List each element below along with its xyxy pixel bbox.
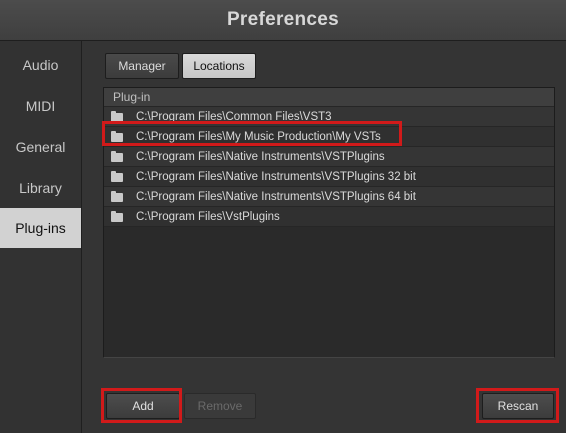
window-title: Preferences [226, 9, 340, 30]
sidebar-item-label: MIDI [25, 98, 56, 114]
sidebar-item-general[interactable]: General [0, 127, 81, 167]
list-item[interactable]: C:\Program Files\Native Instruments\VSTP… [104, 147, 554, 167]
sidebar-item-plug-ins[interactable]: Plug-ins [0, 208, 81, 248]
folder-icon [111, 171, 123, 182]
plugin-locations-list[interactable]: Plug-in C:\Program Files\Common Files\VS… [103, 87, 555, 358]
list-item[interactable]: C:\Program Files\VstPlugins [104, 207, 554, 227]
title-bar: Preferences [0, 0, 566, 41]
sidebar-item-audio[interactable]: Audio [0, 45, 81, 85]
sidebar: Audio MIDI General Library Plug-ins [0, 41, 82, 433]
list-item[interactable]: C:\Program Files\Native Instruments\VSTP… [104, 187, 554, 207]
list-item-path: C:\Program Files\My Music Production\My … [136, 130, 381, 143]
folder-icon [111, 111, 123, 122]
tab-manager[interactable]: Manager [105, 53, 179, 79]
sidebar-item-label: General [15, 139, 66, 155]
list-item-path: C:\Program Files\Native Instruments\VSTP… [136, 150, 385, 163]
list-item[interactable]: C:\Program Files\My Music Production\My … [104, 127, 554, 147]
add-button[interactable]: Add [106, 393, 180, 419]
list-item-path: C:\Program Files\Native Instruments\VSTP… [136, 190, 416, 203]
list-header: Plug-in [104, 88, 554, 107]
folder-icon [111, 131, 123, 142]
list-item[interactable]: C:\Program Files\Native Instruments\VSTP… [104, 167, 554, 187]
folder-icon [111, 151, 123, 162]
sidebar-item-midi[interactable]: MIDI [0, 86, 81, 126]
sidebar-item-label: Audio [22, 57, 59, 73]
list-item[interactable]: C:\Program Files\Common Files\VST3 [104, 107, 554, 127]
list-item-path: C:\Program Files\Native Instruments\VSTP… [136, 170, 416, 183]
folder-icon [111, 191, 123, 202]
sidebar-item-library[interactable]: Library [0, 168, 81, 208]
column-header-plug-in: Plug-in [113, 90, 151, 104]
remove-button[interactable]: Remove [184, 393, 256, 419]
sidebar-item-label: Plug-ins [15, 220, 66, 236]
tab-locations[interactable]: Locations [182, 53, 256, 79]
folder-icon [111, 211, 123, 222]
list-item-path: C:\Program Files\Common Files\VST3 [136, 110, 332, 123]
sidebar-item-label: Library [19, 180, 62, 196]
rescan-button[interactable]: Rescan [482, 393, 554, 419]
list-item-path: C:\Program Files\VstPlugins [136, 210, 280, 223]
list-rows: C:\Program Files\Common Files\VST3 C:\Pr… [104, 107, 554, 227]
plug-ins-panel: Manager Locations Plug-in C:\Program Fil… [82, 41, 566, 433]
